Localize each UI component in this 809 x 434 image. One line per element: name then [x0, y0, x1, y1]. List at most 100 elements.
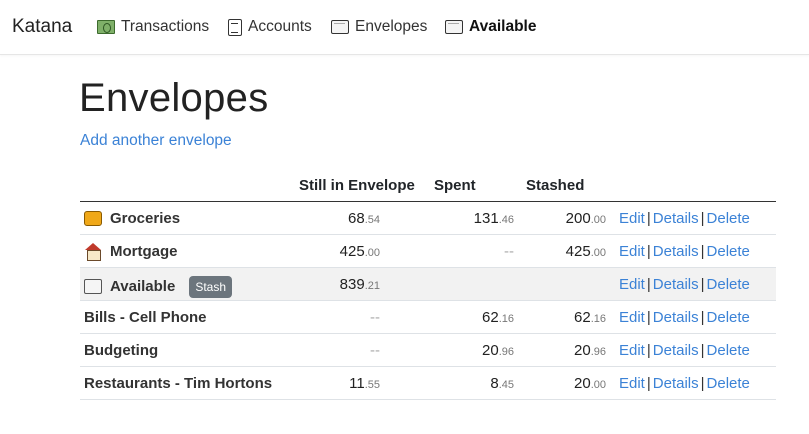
- nav-available-label: Available: [469, 18, 537, 35]
- separator: |: [646, 375, 651, 392]
- groceries-icon: [84, 211, 102, 226]
- nav-transactions[interactable]: Transactions: [97, 17, 209, 37]
- separator: |: [700, 276, 705, 293]
- stashed-whole: 200: [565, 210, 591, 227]
- table-header: Still in Envelope Spent Stashed: [80, 170, 776, 202]
- spent-value: 62.16: [482, 309, 514, 326]
- envelope-name-label: Bills - Cell Phone: [84, 309, 207, 326]
- table-row: Restaurants - Tim Hortons 11.55 8.45 20.…: [80, 367, 776, 400]
- row-actions: Edit | Details | Delete: [619, 309, 750, 326]
- delete-link[interactable]: Delete: [707, 276, 750, 293]
- stashed-cents: .96: [590, 346, 606, 358]
- envelope-name-label: Restaurants - Tim Hortons: [84, 375, 273, 392]
- spent-cents: .45: [498, 379, 514, 391]
- details-link[interactable]: Details: [653, 210, 699, 227]
- envelope-name[interactable]: Available Stash: [84, 275, 232, 298]
- stash-button[interactable]: Stash: [189, 276, 232, 298]
- stashed-value: 425.00: [566, 243, 606, 260]
- stashed-value: 200.00: [566, 210, 606, 227]
- spent-value: 8.45: [490, 375, 514, 392]
- still-value: 839.21: [340, 276, 380, 293]
- envelope-name-label: Available: [110, 277, 176, 295]
- stashed-value: 20.00: [574, 375, 606, 392]
- separator: |: [646, 309, 651, 326]
- delete-link[interactable]: Delete: [707, 375, 750, 392]
- edit-link[interactable]: Edit: [619, 375, 645, 392]
- envelope-name-label: Budgeting: [84, 342, 159, 359]
- spent-whole: 8: [490, 375, 499, 392]
- still-whole: 839: [339, 276, 365, 293]
- envelope-icon: [331, 20, 349, 34]
- stashed-whole: 20: [574, 342, 591, 359]
- still-whole: 425: [339, 243, 365, 260]
- separator: |: [646, 243, 651, 260]
- spent-cents: .46: [498, 214, 514, 226]
- spent-whole: 131: [473, 210, 499, 227]
- details-link[interactable]: Details: [653, 243, 699, 260]
- envelopes-table: Still in Envelope Spent Stashed Grocerie…: [80, 170, 776, 400]
- envelope-name[interactable]: Mortgage: [84, 243, 178, 261]
- still-cents: .54: [364, 214, 380, 226]
- stashed-cents: .00: [590, 379, 606, 391]
- edit-link[interactable]: Edit: [619, 210, 645, 227]
- delete-link[interactable]: Delete: [707, 342, 750, 359]
- row-actions: Edit | Details | Delete: [619, 243, 750, 260]
- delete-link[interactable]: Delete: [707, 309, 750, 326]
- separator: |: [700, 210, 705, 227]
- add-envelope-link[interactable]: Add another envelope: [80, 132, 232, 150]
- separator: |: [646, 276, 651, 293]
- separator: |: [700, 243, 705, 260]
- spent-cents: .16: [498, 313, 514, 325]
- nav-transactions-label: Transactions: [121, 18, 210, 35]
- edit-link[interactable]: Edit: [619, 309, 645, 326]
- spent-whole: 20: [482, 342, 499, 359]
- still-cents: .55: [364, 379, 380, 391]
- stashed-whole: 20: [574, 375, 591, 392]
- separator: |: [700, 309, 705, 326]
- still-empty: --: [370, 342, 380, 359]
- ledger-icon: [228, 18, 242, 36]
- details-link[interactable]: Details: [653, 309, 699, 326]
- stashed-cents: .00: [590, 247, 606, 259]
- top-navbar: Katana Transactions Accounts Envelopes A…: [0, 0, 809, 55]
- table-row: Bills - Cell Phone -- 62.16 62.16 Edit | D…: [80, 301, 776, 334]
- nav-accounts[interactable]: Accounts: [228, 17, 312, 37]
- details-link[interactable]: Details: [653, 375, 699, 392]
- details-link[interactable]: Details: [653, 276, 699, 293]
- brand-logo[interactable]: Katana: [12, 16, 72, 38]
- edit-link[interactable]: Edit: [619, 342, 645, 359]
- separator: |: [700, 375, 705, 392]
- envelope-name[interactable]: Restaurants - Tim Hortons: [84, 375, 272, 392]
- separator: |: [646, 210, 651, 227]
- delete-link[interactable]: Delete: [707, 210, 750, 227]
- edit-link[interactable]: Edit: [619, 276, 645, 293]
- house-icon: [84, 243, 102, 261]
- stashed-cents: .16: [590, 313, 606, 325]
- nav-available[interactable]: Available: [445, 17, 537, 37]
- spent-empty: --: [504, 243, 514, 260]
- details-link[interactable]: Details: [653, 342, 699, 359]
- header-still-in-envelope: Still in Envelope: [299, 177, 415, 194]
- stashed-whole: 62: [574, 309, 591, 326]
- nav-envelopes[interactable]: Envelopes: [331, 17, 427, 37]
- stashed-value: 20.96: [574, 342, 606, 359]
- still-whole: 11: [349, 375, 365, 392]
- envelope-icon: [445, 20, 463, 34]
- header-stashed: Stashed: [526, 177, 585, 194]
- money-icon: [97, 20, 115, 34]
- delete-link[interactable]: Delete: [707, 243, 750, 260]
- page-title: Envelopes: [79, 76, 269, 120]
- envelope-name[interactable]: Groceries: [84, 210, 180, 227]
- still-cents: .21: [364, 280, 380, 292]
- envelope-name-label: Groceries: [110, 210, 181, 227]
- table-row: Budgeting -- 20.96 20.96 Edit | Details | De…: [80, 334, 776, 367]
- still-whole: 68: [348, 210, 365, 227]
- row-actions: Edit | Details | Delete: [619, 210, 750, 227]
- edit-link[interactable]: Edit: [619, 243, 645, 260]
- table-row: Groceries 68.54 131.46 200.00 Edit | Detai…: [80, 202, 776, 235]
- envelope-name[interactable]: Budgeting: [84, 342, 158, 359]
- envelope-name[interactable]: Bills - Cell Phone: [84, 309, 207, 326]
- nav-envelopes-label: Envelopes: [355, 18, 428, 35]
- separator: |: [700, 342, 705, 359]
- table-row: Available Stash 839.21 Edit | Details | Dele…: [80, 268, 776, 301]
